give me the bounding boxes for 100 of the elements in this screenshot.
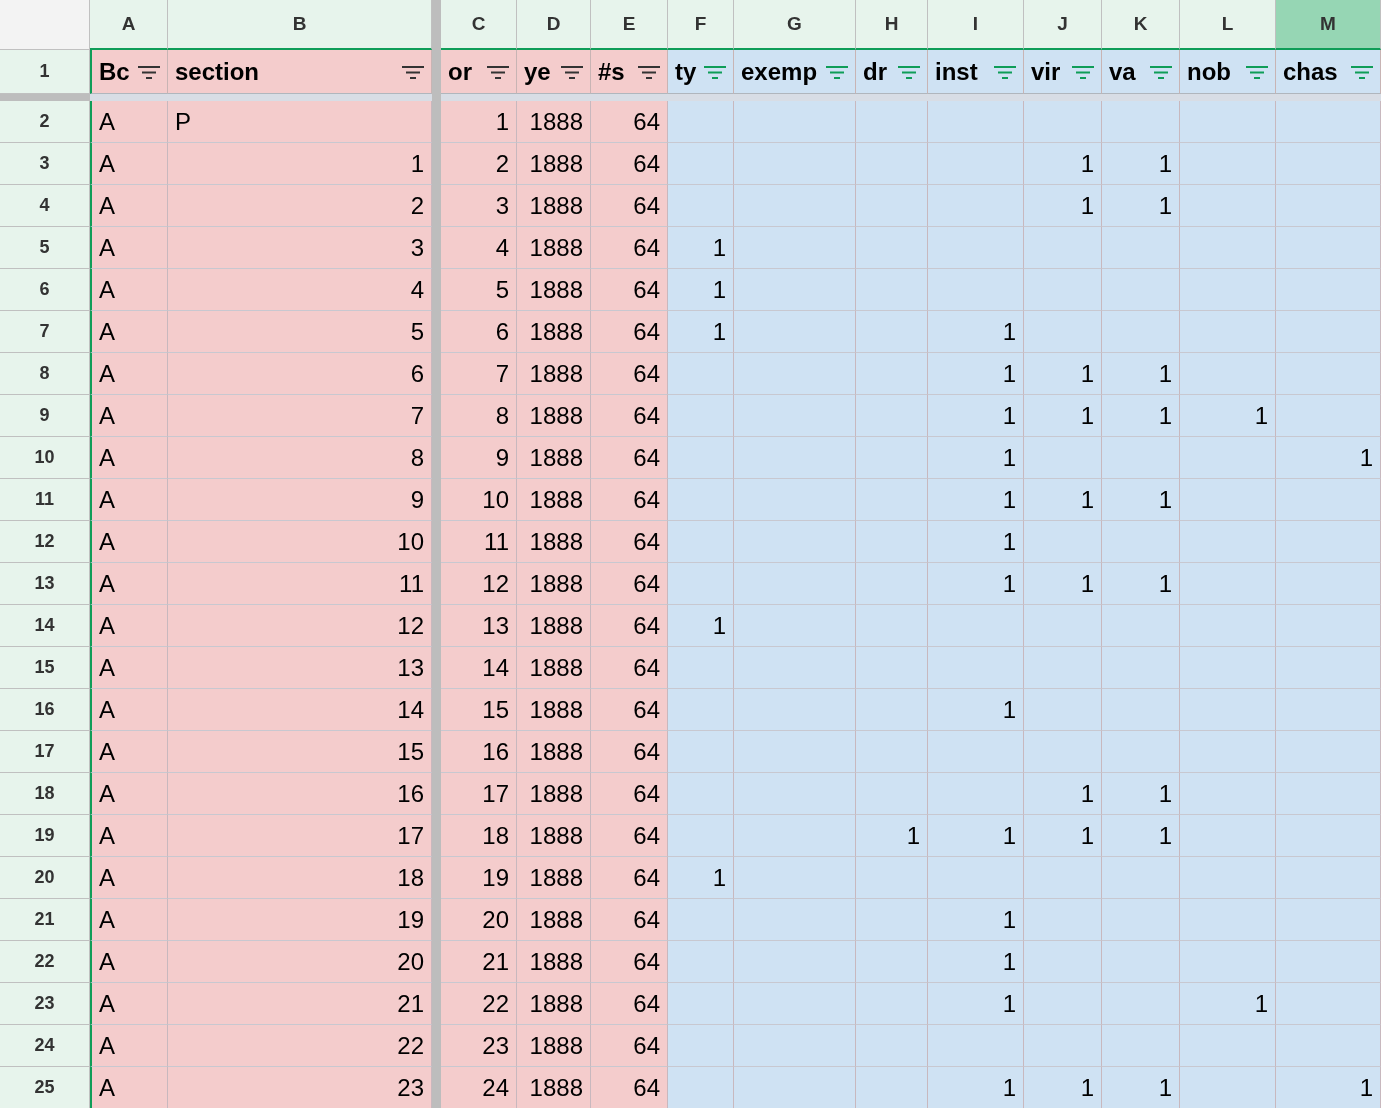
column-header[interactable]: M [1276, 0, 1381, 50]
filter-icon[interactable] [637, 63, 661, 80]
table-cell: A [90, 395, 168, 437]
table-cell: A [90, 773, 168, 815]
row-number[interactable]: 20 [0, 857, 90, 899]
table-cell: A [90, 101, 168, 143]
filter-icon[interactable] [560, 63, 584, 80]
row-number[interactable]: 12 [0, 521, 90, 563]
table-cell: 64 [591, 605, 668, 647]
row-number[interactable]: 11 [0, 479, 90, 521]
table-cell [856, 899, 928, 941]
row-number[interactable]: 8 [0, 353, 90, 395]
row-number[interactable]: 6 [0, 269, 90, 311]
table-cell: 1 [668, 311, 734, 353]
table-cell: 2 [441, 143, 517, 185]
column-header[interactable]: H [856, 0, 928, 50]
table-cell: A [90, 1067, 168, 1108]
table-cell [856, 563, 928, 605]
column-header[interactable]: J [1024, 0, 1102, 50]
column-header[interactable]: K [1102, 0, 1180, 50]
table-cell: 64 [591, 563, 668, 605]
filter-icon[interactable] [401, 63, 425, 80]
row-number[interactable]: 3 [0, 143, 90, 185]
table-cell: 23 [441, 1025, 517, 1067]
table-cell [856, 983, 928, 1025]
table-cell: 1888 [517, 185, 591, 227]
column-header[interactable]: A [90, 0, 168, 50]
table-cell: 1888 [517, 395, 591, 437]
table-cell [856, 185, 928, 227]
row-number[interactable]: 18 [0, 773, 90, 815]
table-cell: 1888 [517, 563, 591, 605]
table-cell [668, 479, 734, 521]
row-number[interactable]: 25 [0, 1067, 90, 1108]
row-number[interactable]: 17 [0, 731, 90, 773]
column-header[interactable]: E [591, 0, 668, 50]
row-number[interactable]: 13 [0, 563, 90, 605]
table-cell: 1888 [517, 479, 591, 521]
table-cell: 1 [668, 605, 734, 647]
row-number[interactable]: 4 [0, 185, 90, 227]
table-cell [856, 1067, 928, 1108]
column-header[interactable]: F [668, 0, 734, 50]
table-cell: 1 [1276, 1067, 1381, 1108]
table-cell: 64 [591, 647, 668, 689]
table-cell: 1 [928, 689, 1024, 731]
table-cell: 1 [1024, 773, 1102, 815]
row-number[interactable]: 24 [0, 1025, 90, 1067]
column-header[interactable]: L [1180, 0, 1276, 50]
table-cell [668, 815, 734, 857]
table-cell [668, 143, 734, 185]
table-cell [668, 353, 734, 395]
freeze-bar[interactable] [0, 94, 432, 101]
row-number[interactable]: 9 [0, 395, 90, 437]
table-cell: 1888 [517, 437, 591, 479]
table-cell: 5 [168, 311, 432, 353]
table-cell: 13 [441, 605, 517, 647]
column-header[interactable]: G [734, 0, 856, 50]
table-cell: 1 [1024, 143, 1102, 185]
table-cell: 1 [1102, 815, 1180, 857]
header-label: nob [1187, 57, 1232, 86]
row-number[interactable]: 14 [0, 605, 90, 647]
row-number[interactable]: 19 [0, 815, 90, 857]
table-cell: 64 [591, 101, 668, 143]
select-all-corner[interactable] [0, 0, 90, 50]
table-cell: 17 [168, 815, 432, 857]
header-label: inst [935, 57, 979, 86]
table-cell: 1 [856, 815, 928, 857]
table-cell: 1 [1024, 395, 1102, 437]
table-cell: 13 [168, 647, 432, 689]
row-number[interactable]: 23 [0, 983, 90, 1025]
column-header[interactable]: I [928, 0, 1024, 50]
header-label: chas [1283, 57, 1339, 86]
row-number[interactable]: 10 [0, 437, 90, 479]
table-cell: 64 [591, 395, 668, 437]
table-cell: 1 [1024, 815, 1102, 857]
table-cell: 64 [591, 227, 668, 269]
column-header[interactable]: D [517, 0, 591, 50]
row-number[interactable]: 5 [0, 227, 90, 269]
table-cell: 16 [441, 731, 517, 773]
filter-icon[interactable] [486, 63, 510, 80]
table-cell: A [90, 815, 168, 857]
row-number[interactable]: 1 [0, 50, 90, 94]
row-number[interactable]: 22 [0, 941, 90, 983]
table-cell: 1 [928, 815, 1024, 857]
table-cell: 1888 [517, 899, 591, 941]
header-label: or [448, 57, 473, 86]
column-header[interactable]: C [441, 0, 517, 50]
row-number[interactable]: 21 [0, 899, 90, 941]
table-cell: A [90, 857, 168, 899]
column-header[interactable]: B [168, 0, 432, 50]
row-number[interactable]: 16 [0, 689, 90, 731]
table-cell: 20 [441, 899, 517, 941]
table-cell: P [168, 101, 432, 143]
filter-icon[interactable] [137, 63, 161, 80]
row-number[interactable]: 2 [0, 101, 90, 143]
row-number[interactable]: 7 [0, 311, 90, 353]
table-cell: 23 [168, 1067, 432, 1108]
row-number[interactable]: 15 [0, 647, 90, 689]
table-cell: 1 [928, 353, 1024, 395]
table-cell: 64 [591, 899, 668, 941]
table-cell: 1 [668, 227, 734, 269]
